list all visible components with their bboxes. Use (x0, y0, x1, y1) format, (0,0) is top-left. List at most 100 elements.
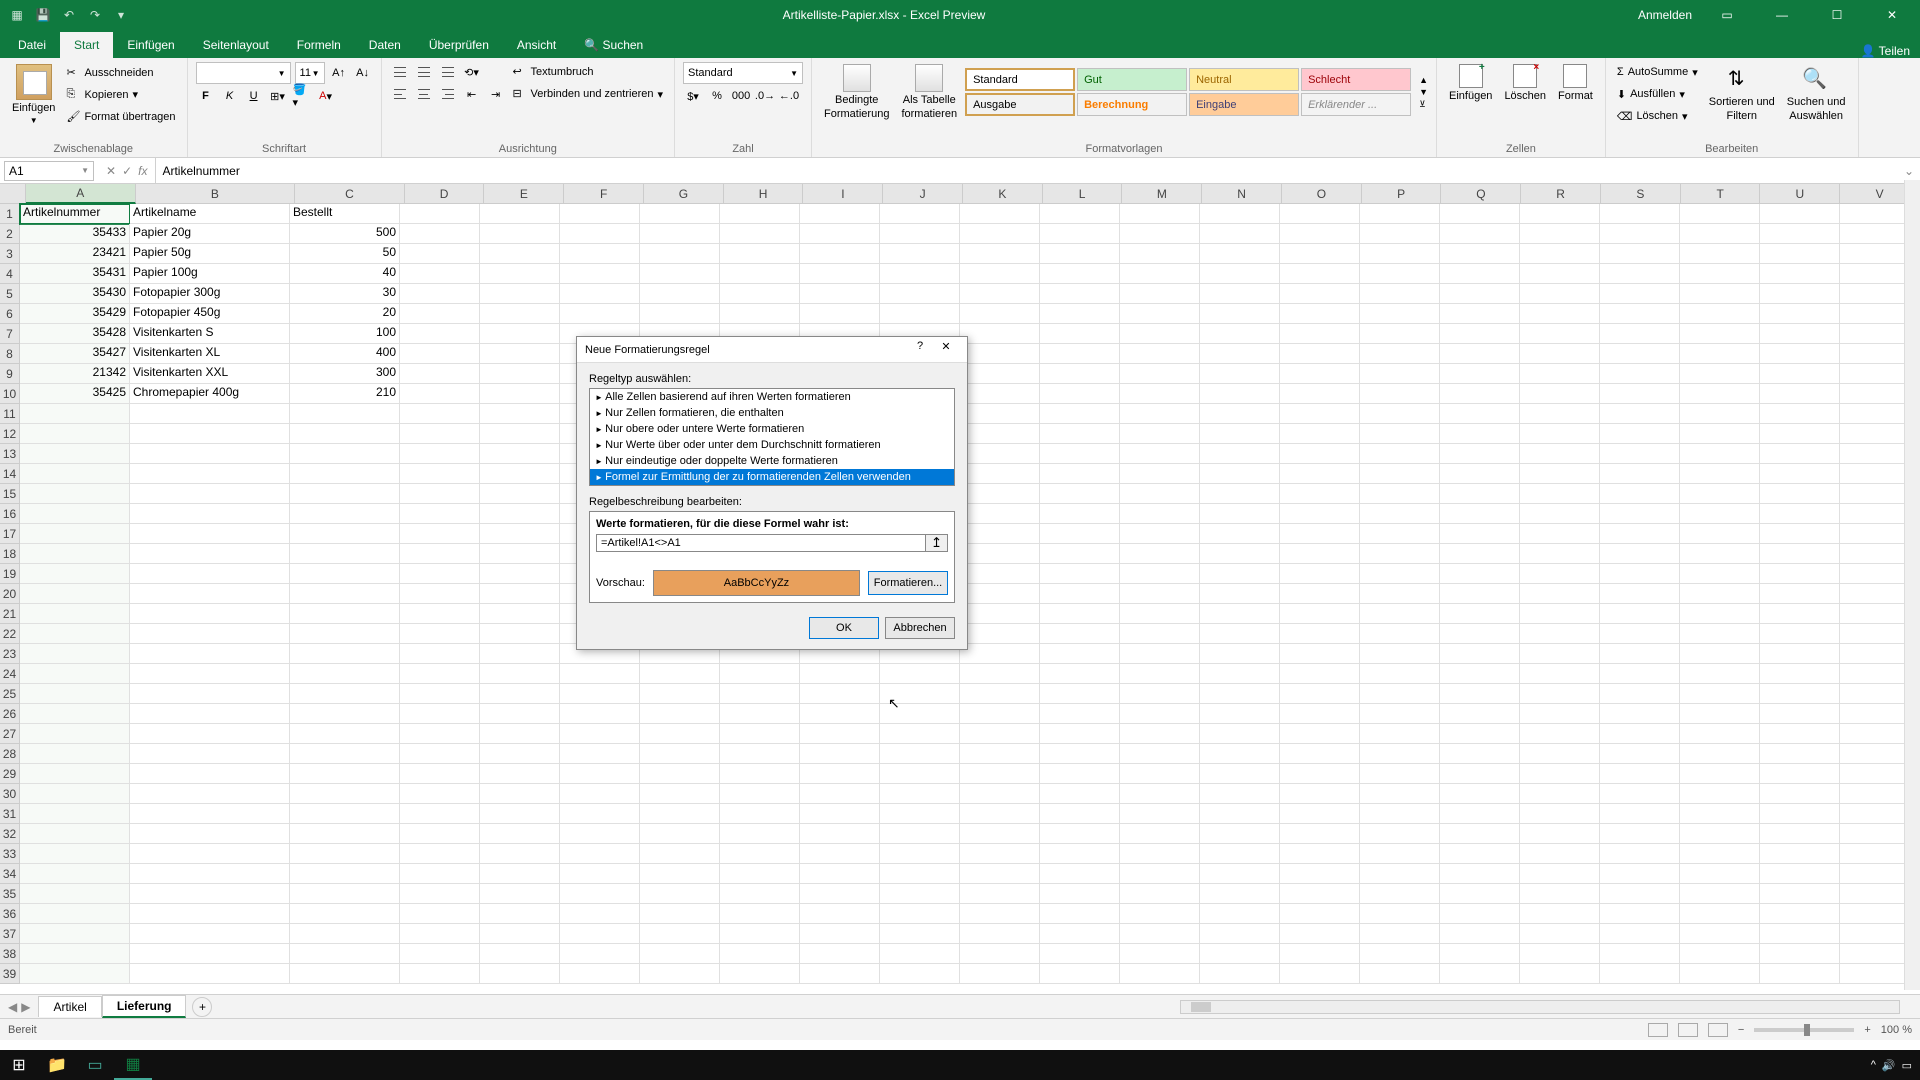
col-header[interactable]: A (26, 184, 136, 204)
cell[interactable] (1280, 224, 1360, 244)
cell[interactable] (1040, 404, 1120, 424)
cell[interactable] (1600, 704, 1680, 724)
delete-cells-button[interactable]: Löschen (1500, 62, 1550, 104)
cell[interactable] (400, 544, 480, 564)
cell[interactable] (800, 824, 880, 844)
cell[interactable] (1520, 704, 1600, 724)
cell[interactable] (1280, 884, 1360, 904)
cell[interactable] (1200, 544, 1280, 564)
cell[interactable] (1680, 884, 1760, 904)
tab-ansicht[interactable]: Ansicht (503, 32, 570, 58)
cell[interactable] (400, 484, 480, 504)
cell[interactable] (1680, 924, 1760, 944)
cell[interactable] (1040, 524, 1120, 544)
cell[interactable] (400, 644, 480, 664)
cell[interactable] (1440, 484, 1520, 504)
cell[interactable] (1600, 724, 1680, 744)
cell[interactable] (1360, 944, 1440, 964)
cell[interactable] (1120, 424, 1200, 444)
cell[interactable] (1040, 324, 1120, 344)
cell[interactable] (1120, 304, 1200, 324)
cell[interactable] (1040, 284, 1120, 304)
cell[interactable] (1040, 584, 1120, 604)
cell[interactable] (1120, 444, 1200, 464)
cell[interactable] (20, 684, 130, 704)
cell[interactable] (400, 584, 480, 604)
row-header[interactable]: 23 (0, 644, 20, 664)
cell[interactable] (1760, 444, 1840, 464)
cell[interactable] (1280, 484, 1360, 504)
increase-font-button[interactable]: A↑ (329, 63, 349, 83)
cell[interactable] (1280, 644, 1360, 664)
cell[interactable] (1040, 944, 1120, 964)
cell[interactable] (1280, 284, 1360, 304)
row-header[interactable]: 4 (0, 264, 20, 284)
style-erklaerender[interactable]: Erklärender ... (1301, 93, 1411, 116)
cell[interactable] (1680, 664, 1760, 684)
cell[interactable] (1280, 404, 1360, 424)
bold-button[interactable]: F (196, 86, 216, 106)
row-header[interactable]: 37 (0, 924, 20, 944)
cell[interactable] (1440, 904, 1520, 924)
cell[interactable] (960, 524, 1040, 544)
cell[interactable] (560, 884, 640, 904)
cell[interactable] (1600, 904, 1680, 924)
cell[interactable] (1200, 464, 1280, 484)
cell[interactable] (1440, 824, 1520, 844)
cell[interactable] (800, 924, 880, 944)
cell[interactable] (1280, 864, 1360, 884)
cell[interactable] (400, 784, 480, 804)
cell[interactable] (1520, 864, 1600, 884)
cell[interactable] (290, 604, 400, 624)
cell[interactable] (1520, 784, 1600, 804)
cell[interactable] (880, 744, 960, 764)
cell[interactable] (1120, 604, 1200, 624)
cell[interactable] (1600, 484, 1680, 504)
cell[interactable] (1280, 924, 1360, 944)
cell[interactable] (130, 544, 290, 564)
cell[interactable] (20, 924, 130, 944)
row-header[interactable]: 34 (0, 864, 20, 884)
cell[interactable] (1520, 464, 1600, 484)
cell[interactable] (1200, 684, 1280, 704)
cell[interactable] (1280, 904, 1360, 924)
cell[interactable] (480, 284, 560, 304)
cell[interactable] (1680, 804, 1760, 824)
rule-type-option[interactable]: Nur Werte über oder unter dem Durchschni… (590, 437, 954, 453)
conditional-formatting-button[interactable]: BedingteFormatierung (820, 62, 893, 122)
cell[interactable] (130, 404, 290, 424)
cell[interactable] (720, 964, 800, 984)
cell[interactable] (1600, 444, 1680, 464)
col-header[interactable]: P (1362, 184, 1442, 204)
row-header[interactable]: 31 (0, 804, 20, 824)
cell[interactable] (130, 584, 290, 604)
cell[interactable] (1600, 264, 1680, 284)
cell[interactable] (1520, 944, 1600, 964)
cell[interactable] (1040, 304, 1120, 324)
cell[interactable] (1040, 264, 1120, 284)
cell[interactable] (1680, 784, 1760, 804)
cell[interactable] (480, 564, 560, 584)
cell[interactable] (1280, 544, 1360, 564)
cell[interactable] (1760, 464, 1840, 484)
align-middle-button[interactable] (414, 62, 434, 82)
cell[interactable] (1280, 684, 1360, 704)
cell[interactable] (1360, 204, 1440, 224)
cell[interactable] (1120, 764, 1200, 784)
col-header[interactable]: S (1601, 184, 1681, 204)
cell[interactable] (290, 544, 400, 564)
cell[interactable] (290, 924, 400, 944)
cell[interactable]: 35433 (20, 224, 130, 244)
cell[interactable] (880, 204, 960, 224)
cell[interactable] (130, 864, 290, 884)
row-header[interactable]: 7 (0, 324, 20, 344)
row-header[interactable]: 13 (0, 444, 20, 464)
cell[interactable] (1760, 384, 1840, 404)
zoom-level[interactable]: 100 % (1881, 1024, 1912, 1036)
cell[interactable] (960, 404, 1040, 424)
cell[interactable] (1520, 804, 1600, 824)
cell[interactable] (1520, 844, 1600, 864)
cell[interactable] (880, 244, 960, 264)
format-as-table-button[interactable]: Als Tabelleformatieren (897, 62, 961, 122)
cell[interactable] (400, 264, 480, 284)
